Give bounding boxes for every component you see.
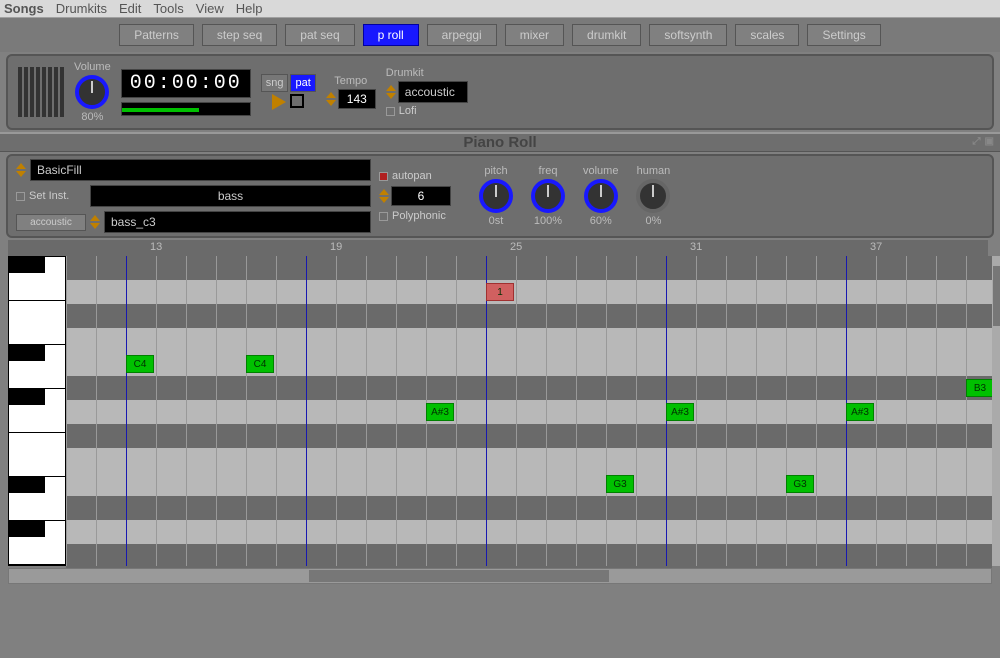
freq-knob[interactable] bbox=[531, 179, 565, 213]
note-G3[interactable]: G3 bbox=[606, 475, 634, 493]
piano-keyboard[interactable] bbox=[8, 256, 66, 566]
volume-knob[interactable] bbox=[75, 75, 109, 109]
freq-knob-block: freq 100% bbox=[531, 165, 565, 227]
pitch-knob-block: pitch 0st bbox=[479, 165, 513, 227]
menu-drumkits[interactable]: Drumkits bbox=[56, 1, 107, 16]
time-block: 00:00:00 bbox=[121, 69, 251, 116]
pattern-spinner[interactable] bbox=[16, 163, 26, 177]
drumkit-label: Drumkit bbox=[386, 67, 424, 79]
menu-view[interactable]: View bbox=[196, 1, 224, 16]
ruler-mark: 19 bbox=[330, 241, 342, 253]
horizontal-scrollbar[interactable] bbox=[8, 568, 992, 584]
sng-button[interactable]: sng bbox=[261, 74, 289, 92]
pat-button[interactable]: pat bbox=[290, 74, 315, 92]
volume-label: volume bbox=[583, 165, 618, 177]
tab-drumkit[interactable]: drumkit bbox=[572, 24, 641, 46]
drumkit-block: Drumkit accoustic Lofi bbox=[386, 67, 468, 117]
menu-help[interactable]: Help bbox=[236, 1, 263, 16]
note-C4[interactable]: C4 bbox=[126, 355, 154, 373]
voice-spinner[interactable] bbox=[379, 189, 389, 203]
note-A#3[interactable]: A#3 bbox=[666, 403, 694, 421]
sng-pat-block: sng pat bbox=[261, 74, 316, 110]
pitch-label: pitch bbox=[484, 165, 507, 177]
volume-block: Volume 80% bbox=[74, 61, 111, 123]
pitch-knob[interactable] bbox=[479, 179, 513, 213]
autopan-checkbox[interactable]: autopan bbox=[379, 170, 432, 182]
tempo-spinner[interactable] bbox=[326, 92, 336, 106]
human-label: human bbox=[637, 165, 671, 177]
note-B3[interactable]: B3 bbox=[966, 379, 994, 397]
volume-knob[interactable] bbox=[584, 179, 618, 213]
menu-songs[interactable]: Songs bbox=[4, 1, 44, 16]
timecode: 00:00:00 bbox=[121, 69, 251, 98]
tempo-label: Tempo bbox=[334, 75, 367, 87]
note-A#3[interactable]: A#3 bbox=[846, 403, 874, 421]
note-grid[interactable]: 1 C4 C4 A#3 A#3 A#3 G3 G3 B3 bbox=[66, 256, 992, 566]
tab-Patterns[interactable]: Patterns bbox=[119, 24, 194, 46]
tab-mixer[interactable]: mixer bbox=[505, 24, 564, 46]
tab-softsynth[interactable]: softsynth bbox=[649, 24, 727, 46]
song-progress[interactable] bbox=[121, 102, 251, 116]
human-value: 0% bbox=[646, 215, 662, 227]
human-knob[interactable] bbox=[636, 179, 670, 213]
timeline-ruler[interactable]: 13 19 25 31 37 bbox=[8, 240, 988, 256]
transport-panel: Volume 80% 00:00:00 sng pat Tempo 143 Dr… bbox=[6, 54, 994, 130]
note-G3[interactable]: G3 bbox=[786, 475, 814, 493]
piano-roll-controls: BasicFill Set Inst. bass accoustic bass_… bbox=[6, 154, 994, 238]
tab-Settings[interactable]: Settings bbox=[807, 24, 880, 46]
tab-p-roll[interactable]: p roll bbox=[363, 24, 419, 46]
menu-tools[interactable]: Tools bbox=[153, 1, 183, 16]
note-A#3[interactable]: A#3 bbox=[426, 403, 454, 421]
window-min-icon[interactable]: ⤢ bbox=[973, 136, 981, 147]
kit-button[interactable]: accoustic bbox=[16, 214, 86, 231]
freq-value: 100% bbox=[534, 215, 562, 227]
volume-value: 60% bbox=[590, 215, 612, 227]
ruler-mark: 25 bbox=[510, 241, 522, 253]
menubar: Songs Drumkits Edit Tools View Help bbox=[0, 0, 1000, 18]
volume-label: Volume bbox=[74, 61, 111, 73]
vu-meter bbox=[18, 67, 64, 117]
tabbar: Patterns step seq pat seq p roll arpeggi mixe… bbox=[0, 18, 1000, 52]
set-inst-checkbox[interactable]: Set Inst. bbox=[16, 190, 86, 202]
piano-roll-title: Piano Roll bbox=[463, 134, 536, 151]
pattern-name[interactable]: BasicFill bbox=[30, 159, 371, 181]
ruler-mark: 31 bbox=[690, 241, 702, 253]
polyphonic-checkbox[interactable]: Polyphonic bbox=[379, 210, 446, 222]
sample-spinner[interactable] bbox=[90, 215, 100, 229]
piano-roll-grid: 1 C4 C4 A#3 A#3 A#3 G3 G3 B3 bbox=[8, 256, 992, 566]
tempo-value[interactable]: 143 bbox=[338, 89, 376, 109]
vertical-scrollbar[interactable] bbox=[992, 256, 1000, 566]
note-C4[interactable]: C4 bbox=[246, 355, 274, 373]
stop-button[interactable] bbox=[290, 94, 304, 108]
drumkit-value[interactable]: accoustic bbox=[398, 81, 468, 103]
ruler-mark: 13 bbox=[150, 241, 162, 253]
piano-roll-titlebar: Piano Roll ⤢ ▣ bbox=[0, 132, 1000, 152]
ruler-mark: 37 bbox=[870, 241, 882, 253]
human-knob-block: human 0% bbox=[636, 165, 670, 227]
tab-step-seq[interactable]: step seq bbox=[202, 24, 277, 46]
tab-pat-seq[interactable]: pat seq bbox=[285, 24, 354, 46]
freq-label: freq bbox=[539, 165, 558, 177]
play-button[interactable] bbox=[272, 94, 286, 110]
note-1[interactable]: 1 bbox=[486, 283, 514, 301]
menu-edit[interactable]: Edit bbox=[119, 1, 141, 16]
drumkit-spinner[interactable] bbox=[386, 85, 396, 99]
window-max-icon[interactable]: ▣ bbox=[985, 136, 994, 147]
inst-group[interactable]: bass bbox=[90, 185, 371, 207]
tab-scales[interactable]: scales bbox=[735, 24, 799, 46]
sample-name[interactable]: bass_c3 bbox=[104, 211, 371, 233]
volume-knob-block: volume 60% bbox=[583, 165, 618, 227]
tempo-block: Tempo 143 bbox=[326, 75, 376, 109]
tab-arpeggi[interactable]: arpeggi bbox=[427, 24, 497, 46]
pitch-value: 0st bbox=[489, 215, 504, 227]
volume-value: 80% bbox=[81, 111, 103, 123]
lofi-checkbox[interactable]: Lofi bbox=[386, 105, 417, 117]
voice-value[interactable]: 6 bbox=[391, 186, 451, 206]
